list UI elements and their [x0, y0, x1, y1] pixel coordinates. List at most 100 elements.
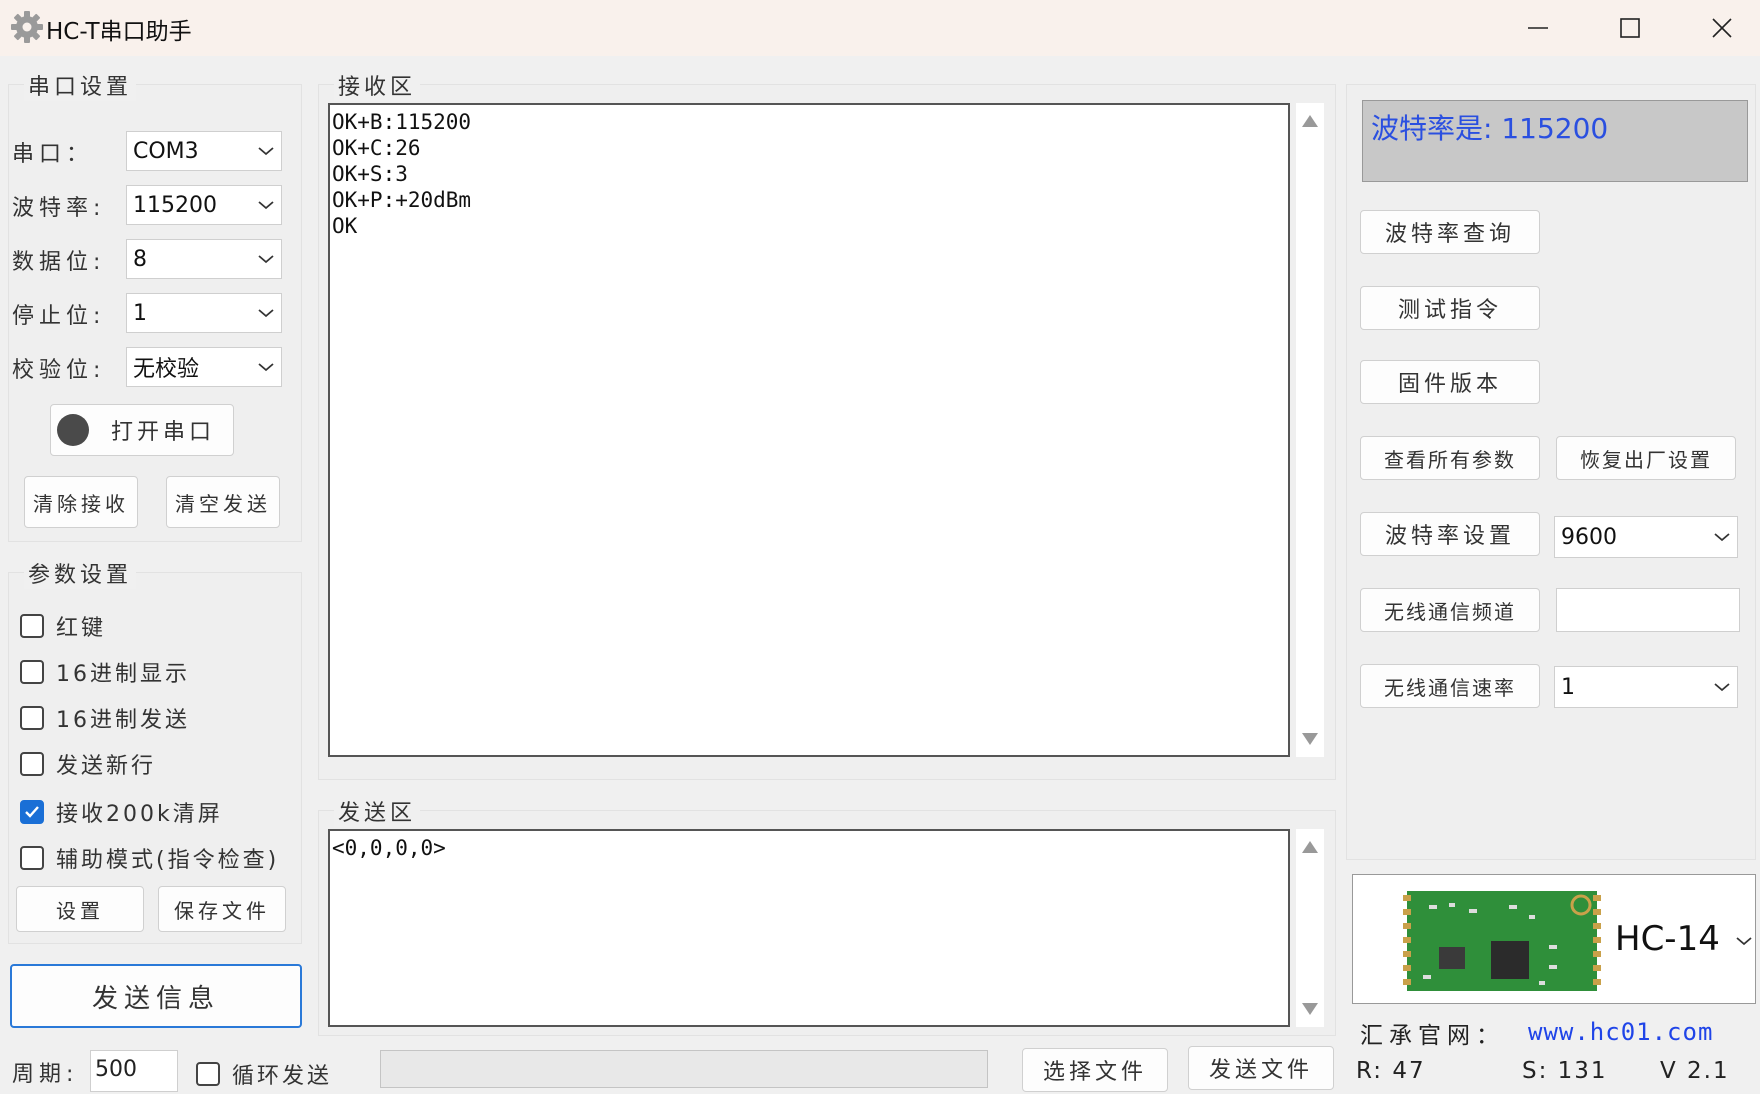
chevron-down-icon	[251, 348, 281, 386]
module-select[interactable]: HC-14	[1352, 874, 1756, 1004]
received-count: R: 47	[1356, 1058, 1426, 1084]
checkbox-box[interactable]	[20, 660, 44, 684]
checkbox-box[interactable]	[20, 752, 44, 776]
receive-line: OK	[332, 214, 358, 238]
version-label: V 2.1	[1660, 1058, 1730, 1084]
checkbox-box[interactable]	[20, 706, 44, 730]
parity-select[interactable]: 无校验	[126, 347, 282, 387]
send-file-button[interactable]: 发送文件	[1188, 1046, 1334, 1090]
official-site-link[interactable]: www.hc01.com	[1528, 1018, 1713, 1046]
baud-value: 115200	[133, 192, 217, 218]
gear-icon	[11, 11, 43, 43]
maximize-icon	[1620, 18, 1640, 38]
chevron-down-icon	[251, 186, 281, 224]
send-line: <0,0,0,0>	[332, 836, 446, 860]
baud-set-value: 9600	[1561, 524, 1617, 550]
checkbox-box[interactable]	[20, 614, 44, 638]
checkbox-label: 接收200k清屏	[56, 802, 223, 827]
checkbox-label: 红键	[56, 616, 107, 641]
chevron-down-icon	[251, 132, 281, 170]
receive-area-label: 接收区	[334, 69, 421, 101]
scroll-down-icon[interactable]	[1302, 1003, 1318, 1015]
open-port-button[interactable]: 打开串口	[50, 404, 234, 456]
send-info-button[interactable]: 发送信息	[10, 964, 302, 1028]
send-textarea[interactable]: <0,0,0,0>	[328, 829, 1290, 1027]
port-value: COM3	[133, 138, 199, 164]
chevron-down-icon	[1707, 667, 1737, 707]
loop-send-checkbox[interactable]: 循环发送	[196, 1058, 332, 1090]
checkbox-label: 16进制显示	[56, 662, 190, 687]
test-command-button[interactable]: 测试指令	[1360, 286, 1540, 330]
baud-set-select[interactable]: 9600	[1554, 516, 1738, 558]
factory-reset-button[interactable]: 恢复出厂设置	[1556, 436, 1736, 480]
module-name: HC-14	[1615, 919, 1720, 959]
scroll-up-icon[interactable]	[1302, 841, 1318, 853]
checkbox-clear-200k[interactable]: 接收200k清屏	[20, 796, 223, 828]
window-title: HC-T串口助手	[46, 19, 192, 45]
close-button[interactable]	[1676, 0, 1760, 56]
checkbox-box[interactable]	[196, 1062, 220, 1086]
baud-rate-display: 波特率是: 115200	[1362, 100, 1748, 182]
stop-bits-value: 1	[133, 300, 147, 326]
save-file-button[interactable]: 保存文件	[158, 886, 286, 932]
file-progress-bar	[380, 1050, 988, 1088]
data-bits-label: 数据位:	[12, 250, 106, 275]
clear-send-button[interactable]: 清空发送	[166, 476, 280, 528]
baud-set-button[interactable]: 波特率设置	[1360, 512, 1540, 556]
view-all-params-button[interactable]: 查看所有参数	[1360, 436, 1540, 480]
status-led-icon	[57, 414, 89, 446]
receive-textarea[interactable]: OK+B:115200 OK+C:26 OK+S:3 OK+P:+20dBm O…	[328, 103, 1290, 757]
parity-value: 无校验	[133, 357, 200, 382]
period-label: 周期:	[12, 1062, 79, 1087]
maximize-button[interactable]	[1584, 0, 1676, 56]
wireless-channel-input[interactable]	[1556, 588, 1740, 632]
checkbox-send-newline[interactable]: 发送新行	[20, 748, 156, 780]
baud-label: 波特率:	[12, 196, 106, 221]
settings-button[interactable]: 设置	[16, 886, 144, 932]
sent-count: S: 131	[1522, 1058, 1608, 1084]
period-input[interactable]: 500	[90, 1050, 178, 1092]
checkbox-label: 16进制发送	[56, 708, 190, 733]
data-bits-select[interactable]: 8	[126, 239, 282, 279]
loop-send-label: 循环发送	[232, 1064, 333, 1089]
baud-select[interactable]: 115200	[126, 185, 282, 225]
checkbox-hex-display[interactable]: 16进制显示	[20, 656, 190, 688]
receive-scrollbar[interactable]	[1296, 103, 1324, 757]
official-site-label: 汇承官网：	[1360, 1023, 1505, 1049]
checkbox-box-checked[interactable]	[20, 800, 44, 824]
stop-bits-label: 停止位:	[12, 304, 106, 329]
receive-line: OK+B:115200	[332, 110, 472, 134]
baud-rate-display-text: 波特率是: 115200	[1371, 112, 1609, 145]
parity-label: 校验位:	[12, 358, 106, 383]
wireless-rate-select[interactable]: 1	[1554, 666, 1738, 708]
minimize-button[interactable]	[1492, 0, 1584, 56]
data-bits-value: 8	[133, 246, 147, 272]
scroll-up-icon[interactable]	[1302, 115, 1318, 127]
checkbox-red-key[interactable]: 红键	[20, 610, 106, 642]
open-port-label: 打开串口	[111, 420, 216, 445]
stop-bits-select[interactable]: 1	[126, 293, 282, 333]
wireless-rate-button[interactable]: 无线通信速率	[1360, 664, 1540, 708]
receive-line: OK+P:+20dBm	[332, 188, 472, 212]
wireless-rate-value: 1	[1561, 674, 1575, 700]
close-icon	[1712, 18, 1732, 38]
send-scrollbar[interactable]	[1296, 829, 1324, 1027]
chevron-down-icon	[251, 240, 281, 278]
chevron-down-icon	[1735, 931, 1753, 950]
minimize-icon	[1528, 27, 1548, 29]
clear-receive-button[interactable]: 清除接收	[24, 476, 138, 528]
checkbox-hex-send[interactable]: 16进制发送	[20, 702, 190, 734]
firmware-version-button[interactable]: 固件版本	[1360, 360, 1540, 404]
port-select[interactable]: COM3	[126, 131, 282, 171]
select-file-button[interactable]: 选择文件	[1022, 1048, 1168, 1092]
receive-line: OK+C:26	[332, 136, 421, 160]
checkbox-assist-mode[interactable]: 辅助模式(指令检查)	[20, 842, 279, 874]
checkbox-label: 发送新行	[56, 754, 157, 779]
scroll-down-icon[interactable]	[1302, 733, 1318, 745]
checkbox-box[interactable]	[20, 846, 44, 870]
checkmark-icon	[25, 806, 39, 818]
title-bar: HC-T串口助手	[0, 0, 1760, 56]
wireless-channel-button[interactable]: 无线通信频道	[1360, 588, 1540, 632]
port-label: 串口：	[12, 142, 94, 167]
baud-query-button[interactable]: 波特率查询	[1360, 210, 1540, 254]
